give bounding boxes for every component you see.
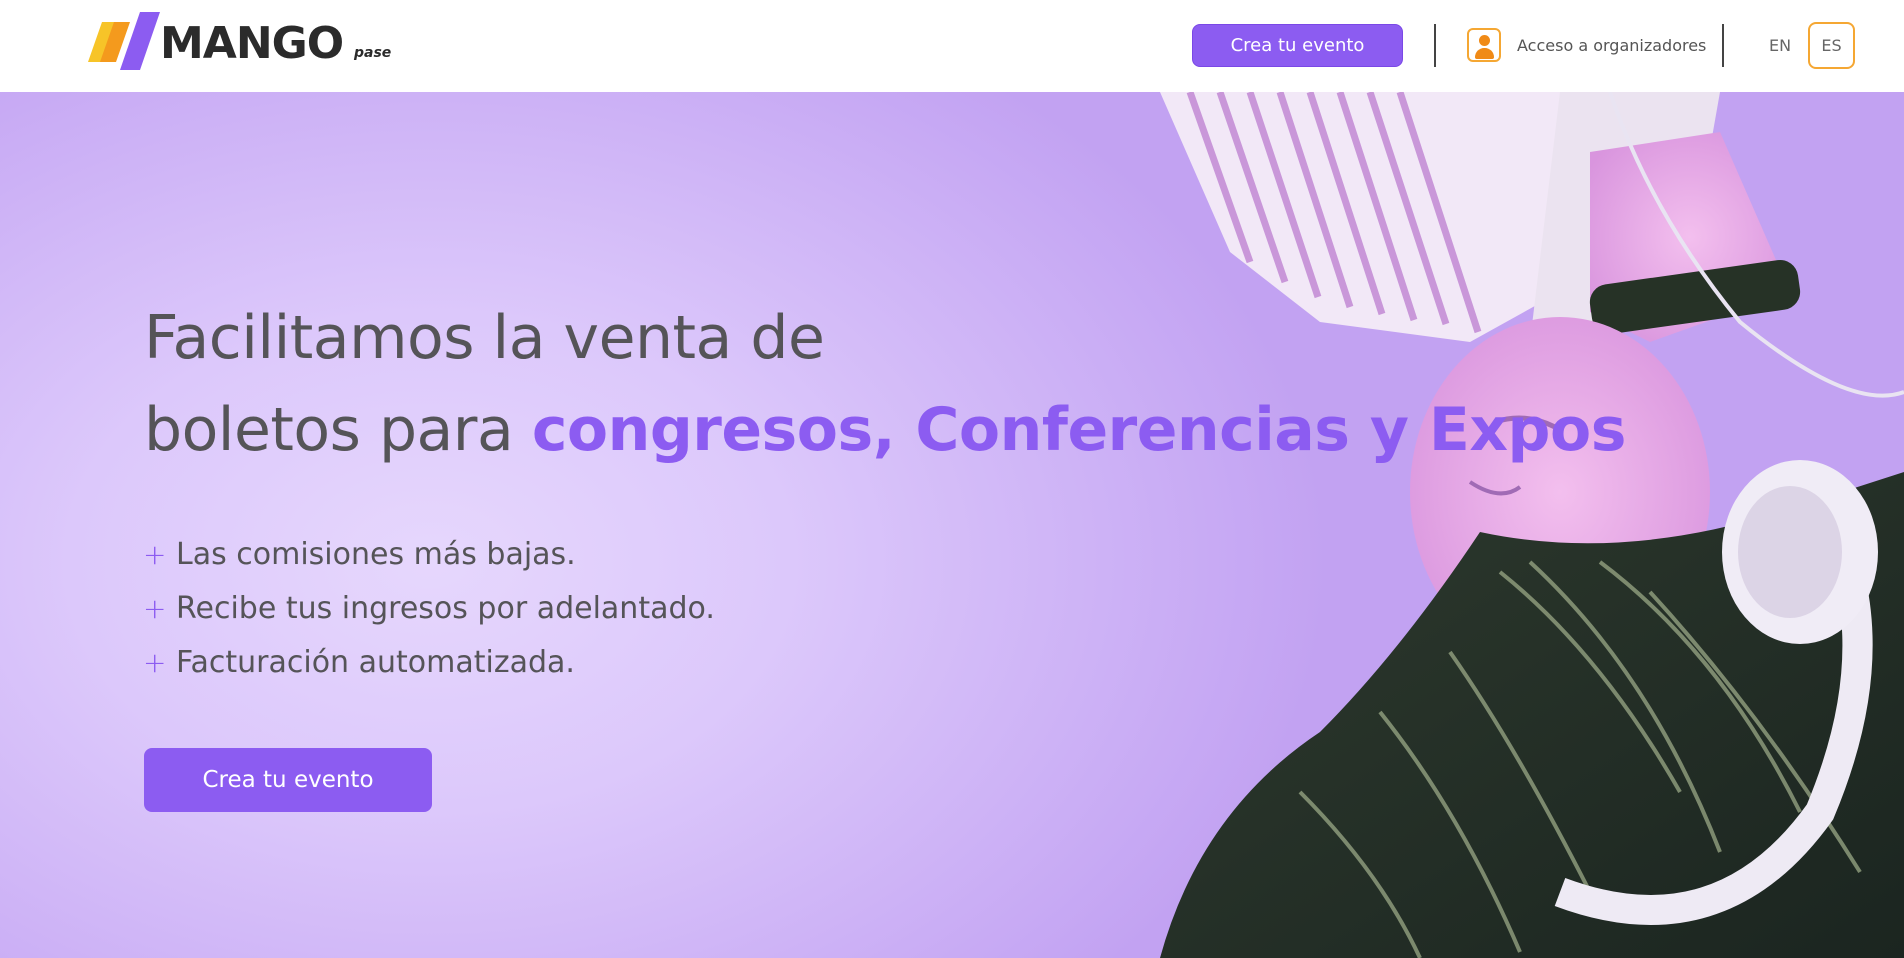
- benefit-text: Facturación automatizada.: [176, 644, 575, 680]
- hero-section: Facilitamos la venta de boletos para con…: [0, 92, 1904, 958]
- benefit-text: Recibe tus ingresos por adelantado.: [176, 590, 715, 626]
- headline-line-1: Facilitamos la venta de: [144, 303, 825, 373]
- language-es-button[interactable]: ES: [1808, 22, 1855, 69]
- logo-wordmark: MANGO: [160, 18, 344, 69]
- create-event-hero-button[interactable]: Crea tu evento: [144, 748, 432, 812]
- language-en-button[interactable]: EN: [1752, 22, 1808, 68]
- headline-line-2: boletos para: [144, 395, 532, 465]
- user-icon: [1467, 28, 1501, 62]
- hero-photo-woman-headphones: [1160, 92, 1904, 958]
- organizer-access-label: Acceso a organizadores: [1517, 35, 1707, 55]
- plus-icon: +: [143, 591, 167, 625]
- benefit-item: + Facturación automatizada.: [143, 635, 715, 689]
- mango-logo[interactable]: MANGO pase: [88, 12, 398, 76]
- header-divider: [1434, 24, 1436, 67]
- header-divider: [1722, 24, 1724, 67]
- hero-headline: Facilitamos la venta de boletos para con…: [144, 292, 1626, 476]
- logo-subtitle: pase: [354, 45, 392, 61]
- mango-logo-icon: [88, 12, 160, 70]
- headline-accent: congresos, Conferencias y Expos: [531, 395, 1627, 465]
- benefits-list: + Las comisiones más bajas. + Recibe tus…: [143, 527, 715, 689]
- benefit-text: Las comisiones más bajas.: [176, 536, 576, 572]
- benefit-item: + Recibe tus ingresos por adelantado.: [143, 581, 715, 635]
- create-event-header-button[interactable]: Crea tu evento: [1192, 24, 1403, 67]
- plus-icon: +: [143, 537, 167, 571]
- site-header: MANGO pase Crea tu evento Acceso a organ…: [0, 0, 1904, 92]
- organizer-access-link[interactable]: Acceso a organizadores: [1467, 28, 1706, 62]
- plus-icon: +: [143, 645, 167, 679]
- benefit-item: + Las comisiones más bajas.: [143, 527, 715, 581]
